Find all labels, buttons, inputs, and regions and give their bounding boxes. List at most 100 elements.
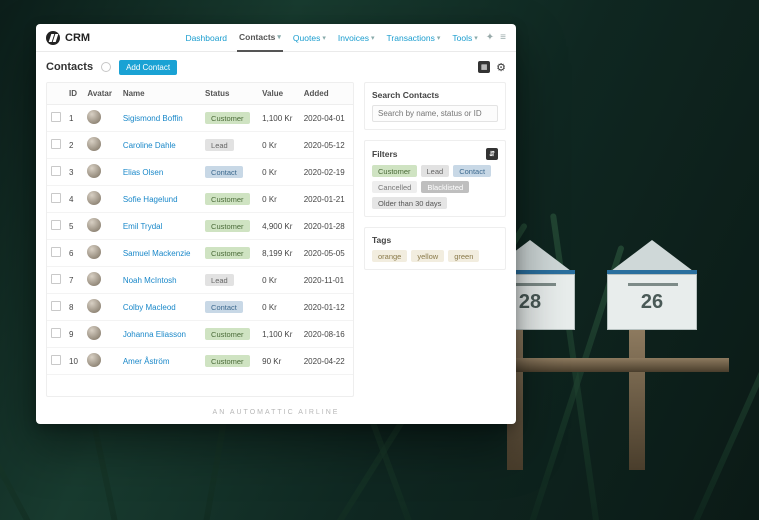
crm-window: CRM Dashboard Contacts▾ Quotes▾ Invoices▾ Tr…	[36, 24, 516, 424]
contact-name-link[interactable]: Amer Åström	[123, 357, 170, 366]
filter-chip[interactable]: Contact	[453, 165, 491, 177]
menu-icon[interactable]: ≡	[500, 32, 506, 43]
mailbox-number: 26	[641, 291, 663, 314]
status-badge: Customer	[205, 112, 250, 124]
refresh-icon[interactable]	[101, 62, 111, 72]
avatar	[87, 272, 101, 286]
view-toggle-button[interactable]: ▦	[478, 61, 490, 73]
contact-name-link[interactable]: Elias Olsen	[123, 168, 163, 177]
add-contact-button[interactable]: Add Contact	[119, 60, 177, 75]
nav-tab-invoices[interactable]: Invoices▾	[336, 25, 377, 51]
avatar	[87, 326, 101, 340]
contacts-table-card: IDAvatarNameStatusValueAdded 1 Sigismond …	[46, 82, 354, 397]
table-row: 10Amer ÅströmCustomer90 Kr2020-04-22	[47, 348, 353, 375]
cell-added: 2020-08-16	[300, 321, 353, 348]
filter-chip[interactable]: Blacklisted	[421, 181, 469, 193]
table-row: 9Johanna EliassonCustomer1,100 Kr2020-08…	[47, 321, 353, 348]
avatar	[87, 245, 101, 259]
filter-chip[interactable]: Lead	[421, 165, 450, 177]
brand-logo-icon	[46, 31, 60, 45]
contact-name-link[interactable]: Sofie Hagelund	[123, 195, 178, 204]
tag-chip[interactable]: orange	[372, 250, 407, 262]
cell-added: 2020-04-22	[300, 348, 353, 375]
column-header[interactable]: Name	[119, 83, 201, 105]
cell-id: 3	[65, 159, 83, 186]
table-row: 6 Samuel Mackenzie Customer 8,199 Kr2020-05…	[47, 240, 353, 267]
nav-tab-transactions[interactable]: Transactions▾	[385, 25, 443, 51]
tag-chip[interactable]: green	[448, 250, 479, 262]
row-checkbox[interactable]	[51, 166, 61, 176]
brand-name: CRM	[65, 32, 90, 44]
avatar	[87, 110, 101, 124]
tag-chip[interactable]: yellow	[411, 250, 444, 262]
filter-chip[interactable]: Customer	[372, 165, 417, 177]
cell-added: 2020-05-12	[300, 132, 353, 159]
status-badge: Customer	[205, 193, 250, 205]
row-checkbox[interactable]	[51, 112, 61, 122]
contact-name-link[interactable]: Samuel Mackenzie	[123, 249, 191, 258]
cell-added: 2020-02-19	[300, 159, 353, 186]
cell-value: 0 Kr	[258, 267, 300, 294]
column-header[interactable]: ID	[65, 83, 83, 105]
table-row: 4 Sofie Hagelund Customer 0 Kr2020-01-21	[47, 186, 353, 213]
contact-name-link[interactable]: Sigismond Boffin	[123, 114, 183, 123]
avatar	[87, 299, 101, 313]
row-checkbox[interactable]	[51, 274, 61, 284]
cell-added: 2020-01-21	[300, 186, 353, 213]
status-badge: Customer	[205, 328, 250, 340]
row-checkbox[interactable]	[51, 301, 61, 311]
cell-value: 0 Kr	[258, 186, 300, 213]
row-checkbox[interactable]	[51, 220, 61, 230]
chevron-down-icon: ▾	[474, 34, 478, 42]
row-checkbox[interactable]	[51, 355, 61, 365]
contact-name-link[interactable]: Noah McIntosh	[123, 276, 177, 285]
cell-id: 4	[65, 186, 83, 213]
nav-tab-contacts[interactable]: Contacts▾	[237, 24, 283, 52]
column-header[interactable]: Value	[258, 83, 300, 105]
status-badge: Lead	[205, 139, 234, 151]
avatar	[87, 218, 101, 232]
contact-name-link[interactable]: Caroline Dahle	[123, 141, 176, 150]
table-row: 1Sigismond BoffinCustomer1,100 Kr2020-04…	[47, 105, 353, 132]
cell-id: 2	[65, 132, 83, 159]
column-header[interactable]: Avatar	[83, 83, 118, 105]
cell-id: 9	[65, 321, 83, 348]
filter-settings-button[interactable]: ⇵	[486, 148, 498, 160]
main-nav: Dashboard Contacts▾ Quotes▾ Invoices▾ Transa…	[183, 24, 479, 52]
cell-value: 0 Kr	[258, 159, 300, 186]
nav-tab-dashboard[interactable]: Dashboard	[183, 25, 229, 51]
filter-chip[interactable]: Cancelled	[372, 181, 417, 193]
chevron-down-icon: ▾	[371, 34, 375, 42]
search-panel-title: Search Contacts	[372, 90, 498, 100]
nav-tab-quotes[interactable]: Quotes▾	[291, 25, 328, 51]
row-checkbox[interactable]	[51, 247, 61, 257]
cell-id: 1	[65, 105, 83, 132]
mailbox-number: 28	[519, 291, 541, 314]
mailboxes-illustration: 28 26	[479, 230, 729, 470]
nav-tab-tools[interactable]: Tools▾	[450, 25, 479, 51]
footer-text: An Automattic Airline	[36, 403, 516, 424]
status-badge: Customer	[205, 247, 250, 259]
column-header[interactable]: Added	[300, 83, 353, 105]
filters-panel: Filters ⇵ CustomerLeadContactCancelledBl…	[364, 140, 506, 217]
search-input[interactable]	[372, 105, 498, 122]
row-checkbox[interactable]	[51, 193, 61, 203]
row-checkbox[interactable]	[51, 139, 61, 149]
cell-value: 8,199 Kr	[258, 240, 300, 267]
cell-added: 2020-05-05	[300, 240, 353, 267]
page-header: Contacts Add Contact ▦ ⚙	[36, 52, 516, 82]
settings-icon[interactable]: ⚙	[496, 61, 506, 74]
notifications-icon[interactable]: ✦	[486, 32, 494, 43]
cell-id: 6	[65, 240, 83, 267]
chevron-down-icon: ▾	[277, 33, 281, 41]
contact-name-link[interactable]: Emil Trydal	[123, 222, 163, 231]
filter-chip[interactable]: Older than 30 days	[372, 197, 447, 209]
column-header[interactable]: Status	[201, 83, 258, 105]
table-row: 3Elias OlsenContact0 Kr2020-02-19	[47, 159, 353, 186]
row-checkbox[interactable]	[51, 328, 61, 338]
contacts-table: IDAvatarNameStatusValueAdded 1 Sigismond …	[47, 83, 353, 375]
cell-added: 2020-01-28	[300, 213, 353, 240]
status-badge: Customer	[205, 355, 250, 367]
contact-name-link[interactable]: Johanna Eliasson	[123, 330, 186, 339]
contact-name-link[interactable]: Colby Macleod	[123, 303, 176, 312]
